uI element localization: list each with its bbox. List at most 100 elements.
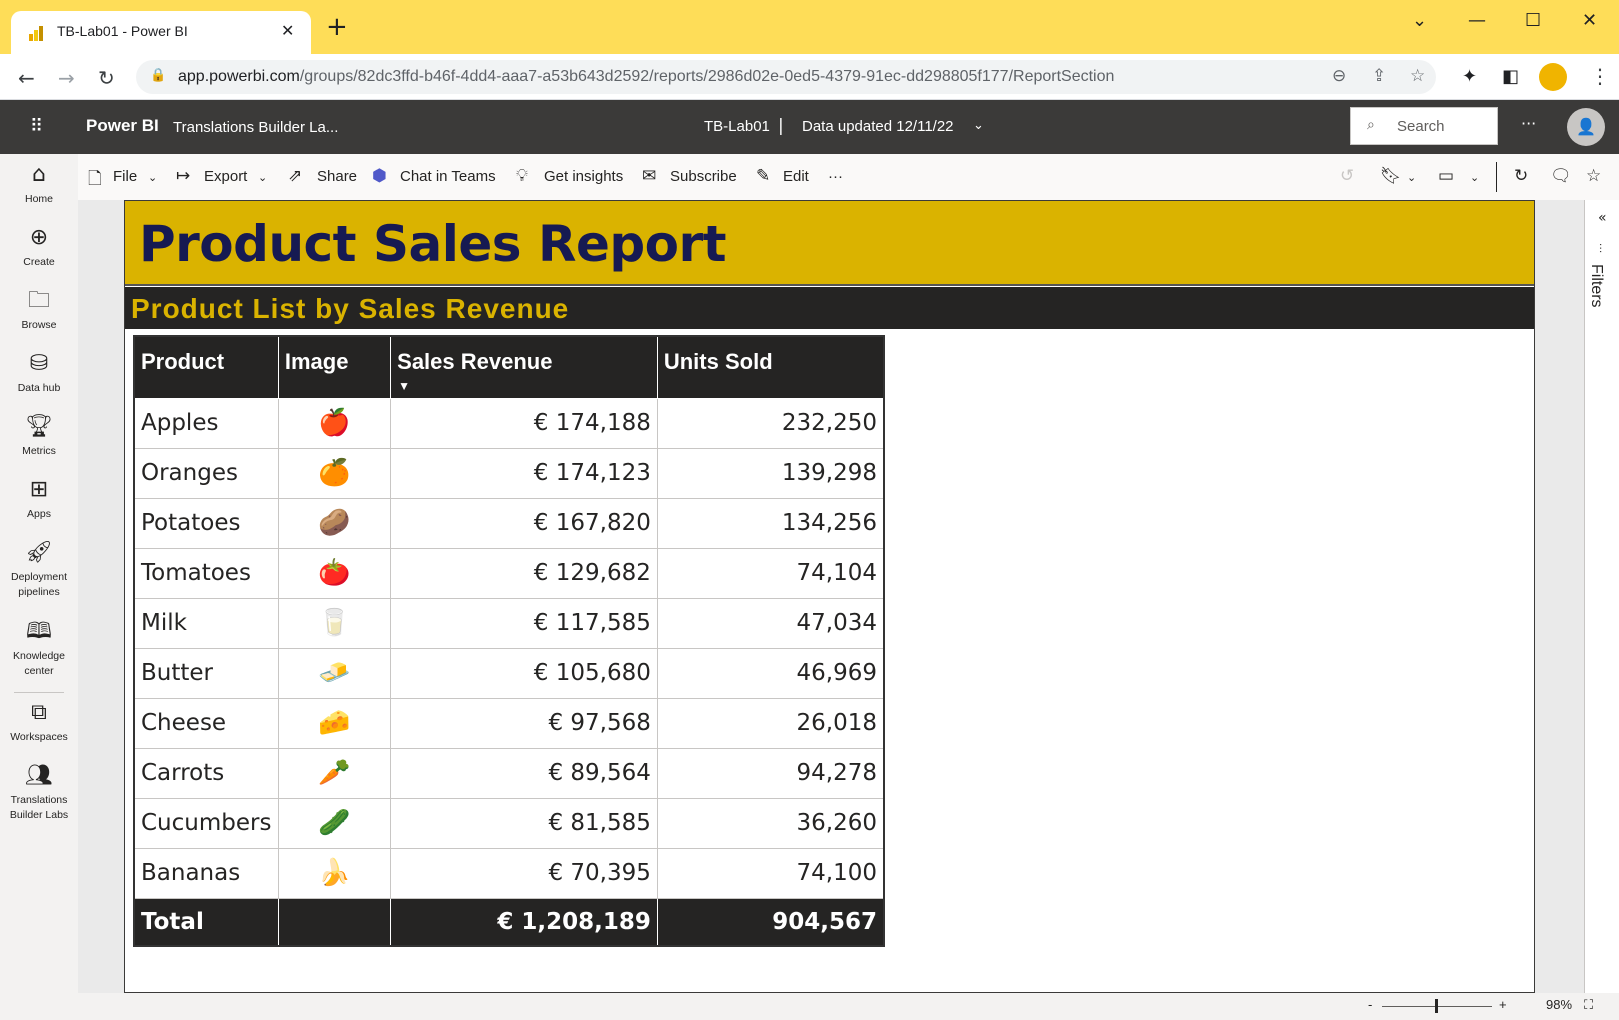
lock-icon[interactable]: 🔒 — [150, 68, 166, 83]
cell-sales-revenue: € 70,395 — [390, 847, 658, 899]
browser-menu-icon[interactable]: ⋮ — [1590, 64, 1610, 88]
cell-units-sold: 46,969 — [656, 647, 885, 699]
extensions-icon[interactable]: ✦ — [1462, 66, 1477, 87]
column-header-image[interactable]: Image — [277, 335, 392, 399]
table-row[interactable]: Bananas 🍌 € 70,395 74,100 — [133, 847, 885, 899]
export-menu[interactable]: Export — [204, 168, 247, 185]
milk-icon: 🥛 — [277, 597, 392, 649]
comment-icon[interactable]: 🗨︎ — [1550, 166, 1572, 186]
subscribe-icon: ✉ — [642, 166, 657, 186]
column-header-label: Sales Revenue — [397, 349, 553, 374]
browser-tab[interactable]: TB-Lab01 - Power BI ✕ — [11, 11, 311, 54]
cucumber-icon: 🥒 — [277, 797, 392, 849]
minimize-icon[interactable]: — — [1468, 10, 1486, 31]
table-header-row: Product Image Sales Revenue ▼ Units Sold — [133, 335, 885, 399]
zoom-icon[interactable]: ⊖ — [1332, 66, 1346, 86]
column-header-units-sold[interactable]: Units Sold — [656, 335, 885, 399]
nav-item-home[interactable]: ⌂ Home — [0, 162, 78, 207]
table-row[interactable]: Tomatoes 🍅 € 129,682 74,104 — [133, 547, 885, 599]
table-row[interactable]: Cheese 🧀 € 97,568 26,018 — [133, 697, 885, 749]
nav-item-workspaces[interactable]: ⧉ Workspaces — [0, 700, 78, 745]
search-placeholder: Search — [1397, 118, 1445, 135]
reset-icon[interactable]: ↺ — [1340, 166, 1354, 186]
favorite-star-icon[interactable]: ☆ — [1586, 166, 1601, 186]
file-menu[interactable]: File — [113, 168, 137, 185]
table-row[interactable]: Carrots 🥕 € 89,564 94,278 — [133, 747, 885, 799]
nav-item-data-hub[interactable]: ⛁ Data hub — [0, 351, 78, 396]
table-row[interactable]: Potatoes 🥔 € 167,820 134,256 — [133, 497, 885, 549]
user-avatar[interactable]: 👤 — [1567, 108, 1605, 146]
nav-item-browse[interactable]: 🗀 Browse — [0, 288, 78, 333]
zoom-out-button[interactable]: - — [1368, 997, 1372, 1012]
chevron-down-icon[interactable]: ⌄ — [258, 171, 267, 184]
nav-label: Apps — [27, 508, 51, 520]
nav-label: Browse — [21, 319, 57, 331]
more-actions-icon[interactable]: ··· — [828, 168, 843, 185]
filters-label[interactable]: Filters — [1587, 264, 1605, 308]
app-launcher-icon[interactable]: ⠿ — [30, 116, 43, 137]
chevron-down-icon[interactable]: ⌄ — [148, 171, 157, 184]
create-icon: ⊕ — [29, 225, 49, 250]
table-row[interactable]: Cucumbers 🥒 € 81,585 36,260 — [133, 797, 885, 849]
cell-units-sold: 74,100 — [656, 847, 885, 899]
table-row[interactable]: Oranges 🍊 € 174,123 139,298 — [133, 447, 885, 499]
tab-search-icon[interactable]: ⌄ — [1412, 10, 1427, 31]
deployment-pipelines-icon: 🚀︎ — [25, 540, 53, 565]
bookmark-star-icon[interactable]: ☆ — [1410, 66, 1425, 86]
back-icon[interactable]: ← — [18, 66, 35, 90]
cell-sales-revenue: € 105,680 — [390, 647, 658, 699]
close-window-icon[interactable]: ✕ — [1582, 10, 1597, 31]
table-row[interactable]: Apples 🍎 € 174,188 232,250 — [133, 397, 885, 449]
view-icon[interactable]: ▭ — [1438, 166, 1454, 186]
nav-item-apps[interactable]: ⊞ Apps — [0, 477, 78, 522]
nav-item-knowledge-center[interactable]: 🕮︎ Knowledge center — [0, 619, 78, 679]
chat-in-teams-button[interactable]: Chat in Teams — [400, 168, 496, 185]
expand-filters-icon[interactable]: « — [1598, 210, 1607, 226]
bookmark-icon[interactable]: 🔖︎ — [1380, 166, 1402, 186]
carrot-icon: 🥕 — [277, 747, 392, 799]
zoom-slider-thumb[interactable] — [1435, 999, 1438, 1013]
edit-button[interactable]: Edit — [783, 168, 809, 185]
table-row[interactable]: Butter 🧈 € 105,680 46,969 — [133, 647, 885, 699]
fit-to-page-icon[interactable]: ⛶ — [1584, 997, 1593, 1013]
share-button[interactable]: Share — [317, 168, 357, 185]
data-updated-label[interactable]: Data updated 12/11/22 — [802, 118, 954, 135]
column-header-product[interactable]: Product — [133, 335, 279, 399]
search-box[interactable]: ⌕ Search — [1350, 107, 1498, 145]
table-total-row: Total € 1,208,189 904,567 — [133, 897, 885, 947]
chevron-down-icon[interactable]: ⌄ — [1407, 171, 1416, 184]
product-sales-table[interactable]: Product Image Sales Revenue ▼ Units Sold … — [133, 335, 885, 947]
refresh-icon[interactable]: ↻ — [1514, 166, 1528, 186]
url-text[interactable]: app.powerbi.com/groups/82dc3ffd-b46f-4dd… — [178, 68, 1114, 86]
reload-icon[interactable]: ↻ — [98, 66, 115, 90]
nav-item-metrics[interactable]: 🏆︎ Metrics — [0, 414, 78, 459]
address-bar[interactable]: 🔒 app.powerbi.com/groups/82dc3ffd-b46f-4… — [136, 60, 1436, 94]
cell-sales-revenue: € 129,682 — [390, 547, 658, 599]
table-row[interactable]: Milk 🥛 € 117,585 47,034 — [133, 597, 885, 649]
get-insights-button[interactable]: Get insights — [544, 168, 623, 185]
apps-icon: ⊞ — [29, 477, 49, 502]
url-host: app.powerbi.com — [178, 68, 300, 85]
report-subtitle: Product List by Sales Revenue — [131, 293, 570, 324]
share-page-icon[interactable]: ⇪ — [1372, 66, 1386, 86]
profile-avatar[interactable] — [1539, 63, 1567, 91]
workspace-breadcrumb[interactable]: Translations Builder La... — [173, 119, 338, 136]
new-tab-icon[interactable]: + — [326, 14, 348, 40]
zoom-in-button[interactable]: + — [1499, 997, 1507, 1012]
butter-icon: 🧈 — [277, 647, 392, 699]
nav-item-create[interactable]: ⊕ Create — [0, 225, 78, 270]
maximize-icon[interactable]: ☐ — [1525, 10, 1541, 31]
forward-icon[interactable]: → — [58, 66, 75, 90]
column-header-sales-revenue[interactable]: Sales Revenue ▼ — [390, 335, 658, 399]
nav-item-deployment-pipelines[interactable]: 🚀︎ Deployment pipelines — [0, 540, 78, 600]
tab-close-icon[interactable]: ✕ — [281, 21, 294, 40]
brand-label[interactable]: Power BI — [86, 116, 159, 136]
more-options-icon[interactable]: ··· — [1521, 114, 1536, 133]
side-panel-icon[interactable]: ◧ — [1502, 66, 1519, 87]
subscribe-button[interactable]: Subscribe — [670, 168, 737, 185]
chevron-down-icon[interactable]: ⌄ — [1470, 171, 1479, 184]
chevron-down-icon[interactable]: ⌄ — [973, 118, 984, 133]
filters-pane[interactable]: « ⫶ Filters — [1584, 200, 1619, 993]
sort-descending-icon[interactable]: ▼ — [398, 379, 410, 393]
nav-item-translations-builder-labs[interactable]: 👥︎ Translations Builder Labs — [0, 763, 78, 823]
